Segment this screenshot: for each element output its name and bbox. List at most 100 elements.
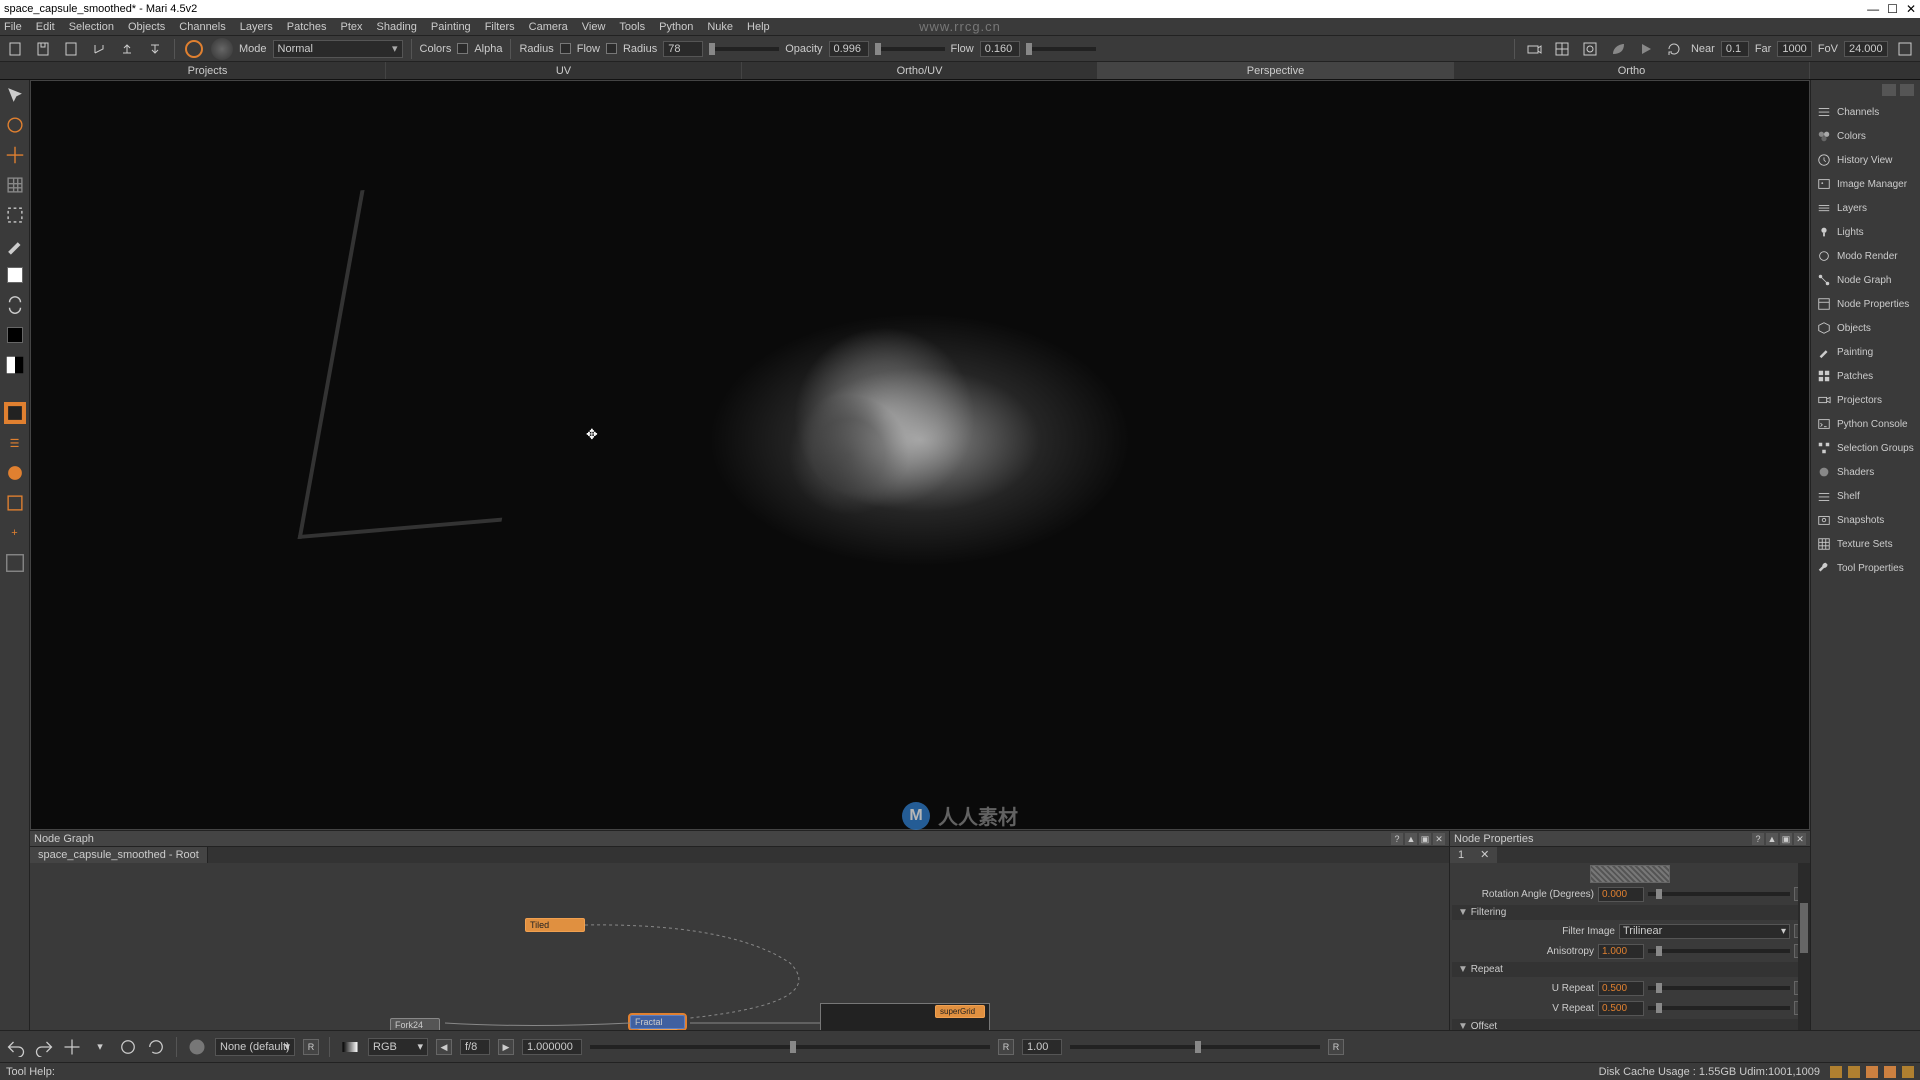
move-tool-icon[interactable]	[4, 144, 26, 166]
v-repeat-input[interactable]: 0.500	[1598, 1001, 1644, 1016]
sidebar-item-selection-groups[interactable]: Selection Groups	[1811, 436, 1920, 460]
menu-nuke[interactable]: Nuke	[707, 21, 733, 33]
panel-help-icon[interactable]: ?	[1752, 833, 1764, 845]
refresh-icon[interactable]	[1663, 38, 1685, 60]
menu-shading[interactable]: Shading	[377, 21, 417, 33]
contrast-icon[interactable]	[4, 354, 26, 376]
rotation-input[interactable]: 0.000	[1598, 887, 1644, 902]
gradient-icon[interactable]	[340, 1037, 360, 1057]
node-graph-tab[interactable]: space_capsule_smoothed - Root	[30, 847, 208, 863]
add-tool-icon[interactable]: +	[4, 522, 26, 544]
status-icon-2[interactable]	[1848, 1066, 1860, 1078]
node-tiled[interactable]: Tiled	[525, 918, 585, 932]
opacity-input[interactable]: 0.996	[829, 41, 869, 57]
menu-painting[interactable]: Painting	[431, 21, 471, 33]
preset-reset[interactable]: R	[303, 1039, 319, 1055]
menu-ptex[interactable]: Ptex	[341, 21, 363, 33]
menu-channels[interactable]: Channels	[179, 21, 225, 33]
rect-tool-icon[interactable]	[4, 492, 26, 514]
radius-checkbox[interactable]	[560, 43, 571, 54]
undo-icon[interactable]	[6, 1037, 26, 1057]
export-icon[interactable]	[116, 38, 138, 60]
status-icon-1[interactable]	[1830, 1066, 1842, 1078]
sphere-icon[interactable]	[187, 1037, 207, 1057]
branch-icon[interactable]	[88, 38, 110, 60]
u-repeat-input[interactable]: 0.500	[1598, 981, 1644, 996]
circle-icon[interactable]	[118, 1037, 138, 1057]
sidebar-dock-icon[interactable]	[1900, 84, 1914, 96]
foreground-swatch[interactable]	[4, 264, 26, 286]
node-props-tab[interactable]: 1	[1450, 847, 1472, 863]
down-icon[interactable]: ▾	[90, 1037, 110, 1057]
gain-reset[interactable]: R	[1328, 1039, 1344, 1055]
near-input[interactable]: 0.1	[1721, 41, 1749, 57]
flow-slider[interactable]	[1026, 47, 1096, 51]
tab-uv[interactable]: UV	[386, 62, 742, 79]
colors-checkbox[interactable]	[457, 43, 468, 54]
save-icon[interactable]	[32, 38, 54, 60]
u-repeat-slider[interactable]	[1648, 986, 1790, 990]
menu-camera[interactable]: Camera	[529, 21, 568, 33]
menu-view[interactable]: View	[582, 21, 606, 33]
status-icon-3[interactable]	[1866, 1066, 1878, 1078]
panel-help-icon[interactable]: ?	[1391, 833, 1403, 845]
marquee-tool-icon[interactable]	[4, 204, 26, 226]
menu-edit[interactable]: Edit	[36, 21, 55, 33]
status-icon-4[interactable]	[1884, 1066, 1896, 1078]
rotate-icon[interactable]	[146, 1037, 166, 1057]
menu-layers[interactable]: Layers	[240, 21, 273, 33]
next-icon[interactable]: ▶	[498, 1039, 514, 1055]
sidebar-item-tool-properties[interactable]: Tool Properties	[1811, 556, 1920, 580]
exposure-reset[interactable]: R	[998, 1039, 1014, 1055]
flow-input[interactable]: 0.160	[980, 41, 1020, 57]
radius-slider[interactable]	[709, 47, 779, 51]
target-icon[interactable]	[183, 38, 205, 60]
paint-tool-icon[interactable]	[4, 402, 26, 424]
background-swatch[interactable]	[4, 324, 26, 346]
sidebar-item-shaders[interactable]: Shaders	[1811, 460, 1920, 484]
frame-icon[interactable]	[1579, 38, 1601, 60]
sidebar-item-lights[interactable]: Lights	[1811, 220, 1920, 244]
v-repeat-slider[interactable]	[1648, 1006, 1790, 1010]
texture-thumbnail[interactable]	[1590, 865, 1670, 883]
filter-image-select[interactable]: Trilinear	[1619, 924, 1790, 939]
sidebar-item-python-console[interactable]: Python Console	[1811, 412, 1920, 436]
rotation-slider[interactable]	[1648, 892, 1790, 896]
sidebar-collapse-icon[interactable]	[1882, 84, 1896, 96]
sidebar-item-layers[interactable]: Layers	[1811, 196, 1920, 220]
preview-tool-icon[interactable]	[4, 552, 26, 574]
sidebar-item-objects[interactable]: Objects	[1811, 316, 1920, 340]
radius-input[interactable]: 78	[663, 41, 703, 57]
menu-python[interactable]: Python	[659, 21, 693, 33]
viewport-3d[interactable]: ✥	[30, 80, 1810, 830]
leaf-icon[interactable]	[1607, 38, 1629, 60]
opacity-slider[interactable]	[875, 47, 945, 51]
mode-select[interactable]: Normal	[273, 40, 403, 58]
fstop-input[interactable]: f/8	[460, 1039, 490, 1055]
tab-perspective[interactable]: Perspective	[1098, 62, 1454, 79]
panel-dock-icon[interactable]: ▣	[1419, 833, 1431, 845]
flow-checkbox[interactable]	[606, 43, 617, 54]
menu-filters[interactable]: Filters	[485, 21, 515, 33]
sidebar-item-node-properties[interactable]: Node Properties	[1811, 292, 1920, 316]
camera-icon[interactable]	[1523, 38, 1545, 60]
sidebar-item-snapshots[interactable]: Snapshots	[1811, 508, 1920, 532]
repeat-section[interactable]: Repeat	[1452, 962, 1808, 977]
menu-objects[interactable]: Objects	[128, 21, 165, 33]
play-icon[interactable]	[1635, 38, 1657, 60]
menu-file[interactable]: File	[4, 21, 22, 33]
document-icon[interactable]	[60, 38, 82, 60]
node-fork[interactable]: Fork24	[390, 1018, 440, 1030]
minimize-button[interactable]: —	[1867, 2, 1879, 16]
layers-tool-icon[interactable]: ☰	[4, 432, 26, 454]
rotate-tool-icon[interactable]	[4, 114, 26, 136]
mesh-tool-icon[interactable]	[4, 174, 26, 196]
sidebar-item-painting[interactable]: Painting	[1811, 340, 1920, 364]
node-graph-canvas[interactable]: Tiled Fork24 Fractal Base Input superGri…	[30, 863, 1449, 1030]
node-props-scrollbar[interactable]	[1798, 863, 1810, 1030]
exposure-input[interactable]: 1.000000	[522, 1039, 582, 1055]
status-icon-5[interactable]	[1902, 1066, 1914, 1078]
maximize-button[interactable]: ☐	[1887, 2, 1898, 16]
new-file-icon[interactable]	[4, 38, 26, 60]
gain-input[interactable]: 1.00	[1022, 1039, 1062, 1055]
